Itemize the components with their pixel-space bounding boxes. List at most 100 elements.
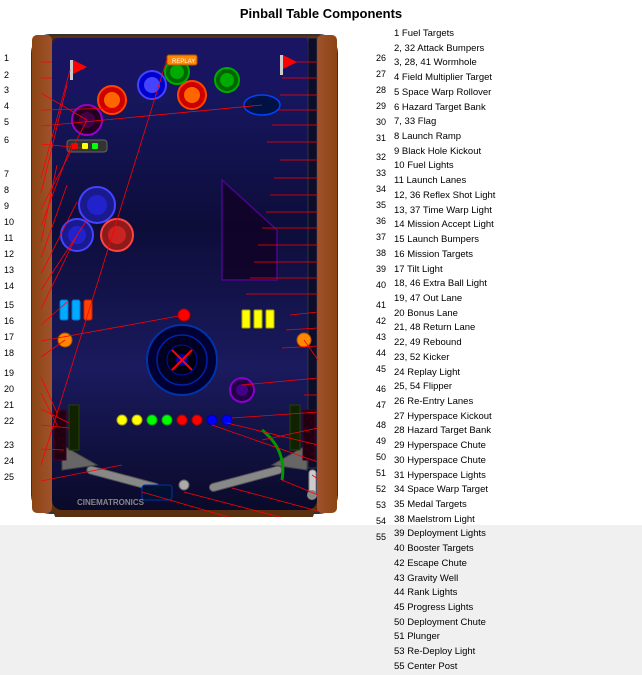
component-list: 1 Fuel Targets 2, 32 Attack Bumpers 3, 2… bbox=[390, 25, 600, 522]
num-33: 33 bbox=[376, 168, 386, 178]
num-16: 16 bbox=[4, 316, 14, 326]
num-53: 53 bbox=[376, 500, 386, 510]
component-item-4: 4 Field Multiplier Target bbox=[394, 71, 596, 86]
component-item-34: 34 Space Warp Target bbox=[394, 483, 596, 498]
num-7: 7 bbox=[4, 169, 9, 179]
component-item-40: 40 Booster Targets bbox=[394, 542, 596, 557]
num-28: 28 bbox=[376, 85, 386, 95]
component-item-17: 17 Tilt Light bbox=[394, 263, 596, 278]
num-6: 6 bbox=[4, 135, 9, 145]
component-item-26: 26 Re-Entry Lanes bbox=[394, 395, 596, 410]
component-item-9: 9 Black Hole Kickout bbox=[394, 145, 596, 160]
component-item-19: 19, 47 Out Lane bbox=[394, 292, 596, 307]
num-41: 41 bbox=[376, 300, 386, 310]
component-item-20: 20 Bonus Lane bbox=[394, 307, 596, 322]
num-4: 4 bbox=[4, 101, 9, 111]
component-item-43: 43 Gravity Well bbox=[394, 572, 596, 587]
component-item-42: 42 Escape Chute bbox=[394, 557, 596, 572]
num-39: 39 bbox=[376, 264, 386, 274]
pinball-svg: REPLAY bbox=[22, 30, 367, 517]
component-item-45: 45 Progress Lights bbox=[394, 601, 596, 616]
num-30: 30 bbox=[376, 117, 386, 127]
component-item-14: 14 Mission Accept Light bbox=[394, 218, 596, 233]
num-22: 22 bbox=[4, 416, 14, 426]
num-29: 29 bbox=[376, 101, 386, 111]
component-item-12: 12, 36 Reflex Shot Light bbox=[394, 189, 596, 204]
num-42: 42 bbox=[376, 316, 386, 326]
left-numbers: 1 2 3 4 5 6 7 8 9 10 11 12 13 14 15 16 1 bbox=[2, 25, 22, 522]
main-content: 1 2 3 4 5 6 7 8 9 10 11 12 13 14 15 16 1 bbox=[0, 25, 642, 522]
num-23: 23 bbox=[4, 440, 14, 450]
component-item-16: 16 Mission Targets bbox=[394, 248, 596, 263]
component-item-21: 21, 48 Return Lane bbox=[394, 321, 596, 336]
component-item-18: 18, 46 Extra Ball Light bbox=[394, 277, 596, 292]
component-item-53: 53 Re-Deploy Light bbox=[394, 645, 596, 660]
num-3: 3 bbox=[4, 85, 9, 95]
num-36: 36 bbox=[376, 216, 386, 226]
num-37: 37 bbox=[376, 232, 386, 242]
num-8: 8 bbox=[4, 185, 9, 195]
num-31: 31 bbox=[376, 133, 386, 143]
num-10: 10 bbox=[4, 217, 14, 227]
num-48: 48 bbox=[376, 420, 386, 430]
component-item-27: 27 Hyperspace Kickout bbox=[394, 410, 596, 425]
num-34: 34 bbox=[376, 184, 386, 194]
num-49: 49 bbox=[376, 436, 386, 446]
page-container: Pinball Table Components 1 2 3 4 5 6 7 8… bbox=[0, 0, 642, 525]
component-item-11: 11 Launch Lanes bbox=[394, 174, 596, 189]
component-item-13: 13, 37 Time Warp Light bbox=[394, 204, 596, 219]
num-55: 55 bbox=[376, 532, 386, 542]
num-46: 46 bbox=[376, 384, 386, 394]
num-25: 25 bbox=[4, 472, 14, 482]
component-item-24: 24 Replay Light bbox=[394, 366, 596, 381]
num-52: 52 bbox=[376, 484, 386, 494]
component-item-7: 7, 33 Flag bbox=[394, 115, 596, 130]
component-item-28: 28 Hazard Target Bank bbox=[394, 424, 596, 439]
component-item-3: 3, 28, 41 Wormhole bbox=[394, 56, 596, 71]
num-9: 9 bbox=[4, 201, 9, 211]
image-area: 1 2 3 4 5 6 7 8 9 10 11 12 13 14 15 16 1 bbox=[0, 25, 390, 522]
component-item-6: 6 Hazard Target Bank bbox=[394, 101, 596, 116]
component-item-29: 29 Hyperspace Chute bbox=[394, 439, 596, 454]
num-32: 32 bbox=[376, 152, 386, 162]
component-item-5: 5 Space Warp Rollover bbox=[394, 86, 596, 101]
component-item-8: 8 Launch Ramp bbox=[394, 130, 596, 145]
svg-text:CINEMATRONICS: CINEMATRONICS bbox=[77, 498, 145, 507]
num-5: 5 bbox=[4, 117, 9, 127]
component-item-44: 44 Rank Lights bbox=[394, 586, 596, 601]
num-21: 21 bbox=[4, 400, 14, 410]
component-item-15: 15 Launch Bumpers bbox=[394, 233, 596, 248]
component-item-1: 1 Fuel Targets bbox=[394, 27, 596, 42]
num-51: 51 bbox=[376, 468, 386, 478]
num-11: 11 bbox=[4, 233, 13, 243]
component-item-50: 50 Deployment Chute bbox=[394, 616, 596, 631]
num-18: 18 bbox=[4, 348, 14, 358]
component-item-25: 25, 54 Flipper bbox=[394, 380, 596, 395]
component-item-30: 30 Hyperspace Chute bbox=[394, 454, 596, 469]
num-26: 26 bbox=[376, 53, 386, 63]
num-45: 45 bbox=[376, 364, 386, 374]
num-13: 13 bbox=[4, 265, 14, 275]
num-17: 17 bbox=[4, 332, 14, 342]
num-38: 38 bbox=[376, 248, 386, 258]
num-27: 27 bbox=[376, 69, 386, 79]
component-item-51: 51 Plunger bbox=[394, 630, 596, 645]
num-50: 50 bbox=[376, 452, 386, 462]
num-44: 44 bbox=[376, 348, 386, 358]
num-47: 47 bbox=[376, 400, 386, 410]
component-item-39: 39 Deployment Lights bbox=[394, 527, 596, 542]
component-item-22: 22, 49 Rebound bbox=[394, 336, 596, 351]
page-title: Pinball Table Components bbox=[0, 0, 642, 25]
num-40: 40 bbox=[376, 280, 386, 290]
component-item-2: 2, 32 Attack Bumpers bbox=[394, 42, 596, 57]
component-item-35: 35 Medal Targets bbox=[394, 498, 596, 513]
component-item-38: 38 Maelstrom Light bbox=[394, 513, 596, 528]
right-numbers: 26 27 28 29 30 31 32 33 34 35 36 37 38 3… bbox=[368, 25, 388, 522]
component-item-10: 10 Fuel Lights bbox=[394, 159, 596, 174]
component-item-31: 31 Hyperspace Lights bbox=[394, 469, 596, 484]
num-1: 1 bbox=[4, 53, 9, 63]
num-12: 12 bbox=[4, 249, 14, 259]
num-20: 20 bbox=[4, 384, 14, 394]
num-19: 19 bbox=[4, 368, 14, 378]
num-14: 14 bbox=[4, 281, 14, 291]
